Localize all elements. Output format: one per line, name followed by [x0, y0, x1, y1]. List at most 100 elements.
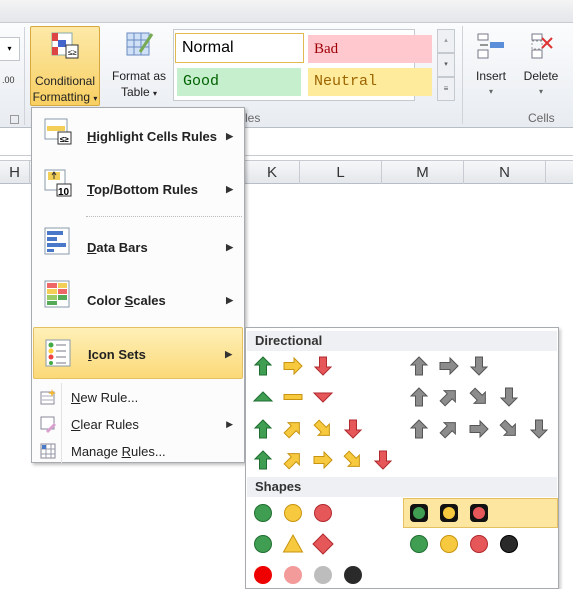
gray-down-right-icon — [499, 419, 516, 436]
yellow-dash-icon — [283, 394, 303, 400]
gray-up-right-icon — [439, 390, 456, 407]
pink-flat-circle-icon — [284, 566, 302, 584]
menu-item-clear-rules[interactable]: Clear Rules ▶ — [33, 413, 243, 437]
gray-right-icon — [439, 356, 459, 376]
decrease-decimal-button[interactable]: .00 — [2, 75, 15, 85]
access-key: H — [87, 129, 97, 144]
delete-label: Delete — [523, 69, 559, 83]
shapes-icon-set-row[interactable] — [254, 566, 362, 584]
menu-item-label: con Sets — [91, 347, 146, 362]
menu-separator — [86, 216, 242, 217]
format-as-table-button[interactable]: Format as Table ▾ — [104, 30, 174, 106]
column-header-h[interactable]: H — [0, 161, 30, 184]
directional-icon-set-row[interactable] — [253, 448, 393, 472]
svg-text:10: 10 — [58, 187, 70, 198]
menu-item-new-rule[interactable]: New Rule... — [33, 386, 243, 410]
red-down-icon — [313, 356, 333, 376]
red-circle-icon — [314, 504, 332, 522]
group-separator — [462, 26, 463, 124]
conditional-formatting-menu: ≤≥ Highlight Cells Rules ▶ 10 Top/Bottom Ru… — [31, 107, 245, 463]
shapes-icon-set-row[interactable] — [410, 535, 518, 553]
yellow-triangle-icon — [282, 533, 304, 553]
chevron-down-icon: ▾ — [93, 94, 98, 103]
menu-item-highlight-cells-rules[interactable]: ≤≥ Highlight Cells Rules ▶ — [33, 116, 243, 158]
chevron-down-icon: ▾ — [153, 89, 158, 98]
shapes-icon-set-row[interactable] — [254, 504, 332, 522]
green-up-icon — [253, 450, 273, 470]
dialog-launcher-icon[interactable] — [10, 115, 19, 124]
gray-down-icon — [529, 419, 549, 439]
menu-item-label: ighlight Cells Rules — [96, 129, 218, 144]
directional-icon-set-row[interactable] — [409, 356, 489, 376]
icon-sets-icon — [45, 339, 71, 367]
gallery-scroll-up[interactable]: ▴ — [437, 29, 455, 53]
style-normal[interactable]: Normal — [175, 33, 304, 63]
style-bad[interactable]: Bad — [308, 35, 432, 63]
gallery-scroll-down[interactable]: ▾ — [437, 53, 455, 77]
gray-right-icon — [469, 419, 489, 439]
directional-icon-set-row[interactable] — [252, 391, 334, 403]
gray-down-icon — [499, 387, 519, 407]
yellow-circle-icon — [284, 504, 302, 522]
svg-text:≤≥: ≤≥ — [60, 135, 69, 144]
column-header-n[interactable]: N — [464, 161, 546, 184]
access-key: R — [121, 444, 131, 459]
chevron-right-icon: ▶ — [226, 184, 233, 194]
menu-item-manage-rules[interactable]: Manage Rules... — [33, 440, 243, 464]
menu-item-label: ata Bars — [96, 240, 148, 255]
conditional-formatting-label-2: Formatting — [32, 90, 90, 104]
silver-flat-circle-icon — [314, 566, 332, 584]
chevron-right-icon: ▶ — [226, 295, 233, 305]
number-format-dropdown[interactable]: ▾ — [0, 37, 20, 61]
menu-item-top-bottom-rules[interactable]: 10 Top/Bottom Rules ▶ — [33, 168, 243, 210]
directional-icon-set-row[interactable] — [409, 417, 549, 441]
menu-item-label: ules... — [130, 444, 166, 459]
access-key: N — [71, 390, 81, 405]
column-header-l[interactable]: L — [300, 161, 382, 184]
clear-rules-icon — [40, 416, 56, 433]
style-neutral[interactable]: Neutral — [308, 68, 432, 96]
new-rule-icon — [40, 389, 56, 405]
delete-cells-icon — [531, 33, 553, 59]
chevron-down-icon: ▾ — [538, 87, 543, 96]
access-key: D — [87, 240, 97, 255]
insert-label: Insert — [475, 69, 506, 83]
gallery-more-button[interactable]: ≡ — [437, 77, 455, 101]
icon-sets-submenu: Directional Shapes — [245, 327, 559, 589]
menu-item-label: ew Rule... — [80, 390, 139, 405]
manage-rules-icon — [40, 443, 56, 459]
column-header-k[interactable]: K — [245, 161, 300, 184]
menu-item-label: Manage — [71, 444, 122, 459]
access-key: S — [124, 293, 134, 308]
directional-icon-set-row[interactable] — [409, 385, 519, 409]
data-bars-icon — [44, 227, 70, 255]
green-circle-icon — [254, 535, 272, 553]
menu-item-label: cales — [133, 293, 166, 308]
menu-item-color-scales[interactable]: Color Scales ▶ — [33, 279, 243, 321]
green-tri-up-icon — [252, 391, 274, 402]
conditional-formatting-button[interactable]: ≤≥ Conditional Formatting ▾ — [30, 26, 100, 106]
green-up-icon — [253, 419, 273, 439]
shapes-icon-set-row[interactable] — [254, 533, 334, 555]
style-good[interactable]: Good — [177, 68, 301, 96]
yellow-circle-icon — [440, 535, 458, 553]
menu-item-icon-sets[interactable]: Icon Sets ▶ — [33, 327, 243, 379]
delete-button[interactable]: Delete ▾ — [518, 32, 564, 100]
directional-icon-set-row[interactable] — [253, 356, 333, 376]
column-header-m[interactable]: M — [382, 161, 464, 184]
yellow-right-icon — [313, 450, 333, 470]
format-as-table-label-1: Format as — [111, 69, 166, 83]
insert-cells-icon — [477, 33, 504, 59]
green-up-icon — [253, 356, 273, 376]
shapes-icon-set-row[interactable] — [410, 504, 488, 522]
styles-group-label: les — [245, 111, 261, 125]
gray-down-icon — [469, 356, 489, 376]
yellow-down-right-icon — [343, 450, 360, 467]
gray-up-icon — [409, 419, 429, 439]
directional-icon-set-row[interactable] — [253, 417, 363, 441]
gray-up-icon — [409, 356, 429, 376]
yellow-up-right-icon — [283, 453, 300, 470]
menu-item-data-bars[interactable]: Data Bars ▶ — [33, 226, 243, 268]
insert-button[interactable]: Insert ▾ — [468, 32, 514, 100]
yellow-down-right-icon — [313, 419, 330, 436]
